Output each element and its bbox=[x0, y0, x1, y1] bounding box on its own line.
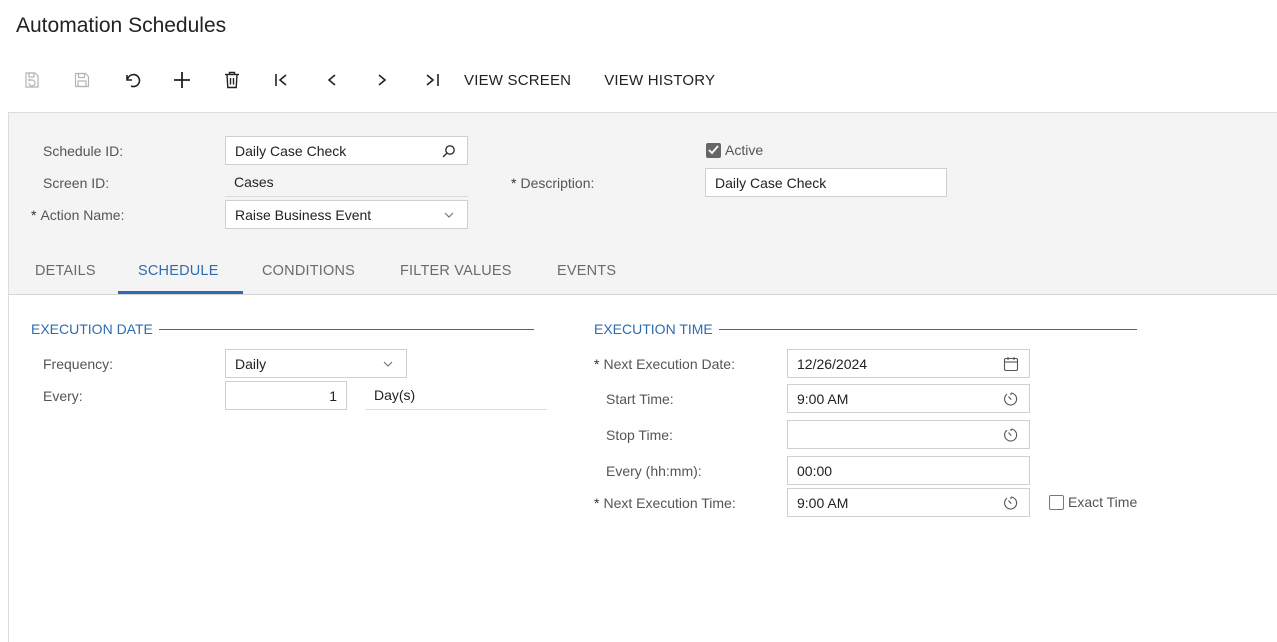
last-record-icon[interactable] bbox=[414, 64, 450, 96]
schedule-id-field[interactable]: Daily Case Check bbox=[225, 136, 468, 165]
tab-schedule[interactable]: SCHEDULE bbox=[138, 263, 219, 279]
required-marker: * bbox=[594, 356, 600, 372]
active-label: Active bbox=[725, 142, 764, 158]
active-tab-indicator bbox=[118, 291, 243, 294]
every-input[interactable]: 1 bbox=[225, 381, 347, 410]
action-name-label: * Action Name: bbox=[31, 207, 125, 223]
tab-details[interactable]: DETAILS bbox=[35, 263, 96, 279]
tab-conditions[interactable]: CONDITIONS bbox=[262, 263, 355, 279]
next-execution-time-value: 9:00 AM bbox=[797, 494, 849, 511]
next-execution-time-label: * Next Execution Time: bbox=[594, 495, 736, 511]
next-execution-time-label-text: Next Execution Time: bbox=[603, 495, 736, 511]
every-label: Every: bbox=[43, 388, 83, 404]
section-divider bbox=[718, 328, 1137, 330]
next-execution-date-label: * Next Execution Date: bbox=[594, 356, 735, 372]
calendar-icon[interactable] bbox=[1002, 355, 1020, 373]
schedule-id-label: Schedule ID: bbox=[43, 143, 124, 159]
execution-time-section-header: EXECUTION TIME bbox=[594, 321, 1137, 337]
discard-save-icon[interactable] bbox=[14, 64, 50, 96]
execution-date-section-header: EXECUTION DATE bbox=[31, 321, 534, 337]
required-marker: * bbox=[511, 175, 517, 191]
frequency-select[interactable]: Daily bbox=[225, 349, 407, 378]
clock-icon[interactable] bbox=[1002, 390, 1020, 408]
frequency-label: Frequency: bbox=[43, 356, 114, 372]
next-execution-time-field[interactable]: 9:00 AM bbox=[787, 488, 1030, 517]
next-execution-date-value: 12/26/2024 bbox=[797, 355, 868, 372]
view-history-button[interactable]: VIEW HISTORY bbox=[604, 64, 715, 96]
stop-time-label: Stop Time: bbox=[606, 427, 673, 443]
action-name-value: Raise Business Event bbox=[235, 206, 372, 223]
execution-time-title: EXECUTION TIME bbox=[594, 321, 713, 337]
chevron-down-icon bbox=[440, 206, 458, 224]
view-screen-button[interactable]: VIEW SCREEN bbox=[464, 64, 571, 96]
save-icon[interactable] bbox=[64, 64, 100, 96]
add-icon[interactable] bbox=[164, 64, 200, 96]
action-name-label-text: Action Name: bbox=[40, 207, 125, 223]
next-execution-date-field[interactable]: 12/26/2024 bbox=[787, 349, 1030, 378]
action-name-select[interactable]: Raise Business Event bbox=[225, 200, 468, 229]
required-marker: * bbox=[31, 207, 37, 223]
stop-time-field[interactable] bbox=[787, 420, 1030, 449]
active-check-icon bbox=[706, 142, 721, 158]
clock-icon[interactable] bbox=[1002, 494, 1020, 512]
page-title: Automation Schedules bbox=[16, 14, 227, 37]
required-marker: * bbox=[594, 495, 600, 511]
exact-time-label: Exact Time bbox=[1068, 494, 1138, 510]
screen-id-value: Cases bbox=[225, 168, 468, 197]
screen-id-label: Screen ID: bbox=[43, 175, 110, 191]
schedule-tab-content: EXECUTION DATE Frequency: Daily Every: 1… bbox=[9, 295, 1277, 642]
next-execution-date-label-text: Next Execution Date: bbox=[603, 356, 735, 372]
description-label: * Description: bbox=[511, 175, 594, 191]
tab-events[interactable]: EVENTS bbox=[557, 263, 616, 279]
chevron-down-icon bbox=[379, 355, 397, 373]
clock-icon[interactable] bbox=[1002, 426, 1020, 444]
execution-date-title: EXECUTION DATE bbox=[31, 321, 153, 337]
every-hhmm-field[interactable]: 00:00 bbox=[787, 456, 1030, 485]
frequency-value: Daily bbox=[235, 355, 267, 372]
exact-time-check-box bbox=[1049, 494, 1064, 510]
previous-record-icon[interactable] bbox=[314, 64, 350, 96]
start-time-field[interactable]: 9:00 AM bbox=[787, 384, 1030, 413]
toolbar: VIEW SCREEN VIEW HISTORY bbox=[14, 64, 748, 96]
schedule-id-value: Daily Case Check bbox=[235, 142, 347, 159]
section-divider bbox=[158, 328, 534, 330]
delete-icon[interactable] bbox=[214, 64, 250, 96]
next-record-icon[interactable] bbox=[364, 64, 400, 96]
first-record-icon[interactable] bbox=[264, 64, 300, 96]
tab-filter-values[interactable]: FILTER VALUES bbox=[400, 263, 512, 279]
active-checkbox[interactable]: Active bbox=[706, 142, 763, 158]
every-unit: Day(s) bbox=[366, 381, 547, 410]
every-hhmm-value: 00:00 bbox=[797, 462, 833, 479]
start-time-label: Start Time: bbox=[606, 391, 674, 407]
search-icon[interactable] bbox=[440, 142, 458, 160]
form-panel: Schedule ID: Daily Case Check Screen ID:… bbox=[8, 112, 1277, 642]
exact-time-checkbox[interactable]: Exact Time bbox=[1049, 494, 1137, 510]
undo-icon[interactable] bbox=[114, 64, 150, 96]
every-hhmm-label: Every (hh:mm): bbox=[606, 463, 702, 479]
description-label-text: Description: bbox=[520, 175, 595, 191]
start-time-value: 9:00 AM bbox=[797, 390, 849, 407]
tab-bar: DETAILS SCHEDULE CONDITIONS FILTER VALUE… bbox=[9, 253, 1277, 295]
description-value: Daily Case Check bbox=[715, 174, 827, 191]
every-value: 1 bbox=[329, 387, 337, 404]
description-field[interactable]: Daily Case Check bbox=[705, 168, 947, 197]
